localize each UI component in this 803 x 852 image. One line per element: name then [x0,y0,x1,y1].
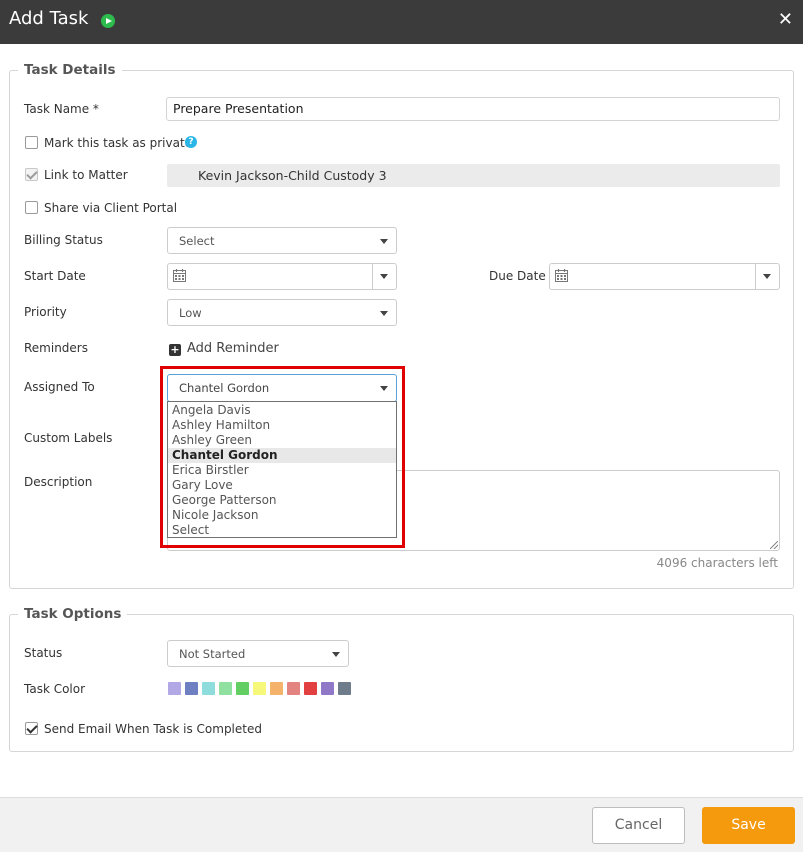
task-name-label: Task Name * [24,102,99,116]
calendar-icon [173,269,186,282]
share-portal-label: Share via Client Portal [44,201,178,215]
chars-left-counter: 4096 characters left [656,556,778,570]
assigned-to-select[interactable]: Chantel Gordon [167,374,397,402]
due-date-label: Due Date [489,269,546,283]
chevron-down-icon [380,239,388,244]
save-button[interactable]: Save [702,807,795,844]
description-label: Description [24,475,93,489]
color-swatch[interactable] [202,682,215,695]
assigned-option[interactable]: Erica Birstler [168,463,396,478]
assigned-option[interactable]: Nicole Jackson [168,508,396,523]
resize-grip-icon[interactable] [770,541,778,549]
start-date-label: Start Date [24,269,86,283]
color-swatch[interactable] [219,682,232,695]
color-swatch[interactable] [168,682,181,695]
priority-value: Low [179,306,202,320]
color-swatch[interactable] [185,682,198,695]
send-email-checkbox[interactable] [25,722,38,735]
link-matter-checkbox[interactable] [25,168,38,181]
due-date-dropdown-button[interactable] [755,264,779,289]
start-date-picker[interactable] [167,263,397,290]
calendar-icon [555,269,568,282]
task-color-palette [168,682,351,695]
play-icon[interactable] [101,14,115,28]
assigned-option[interactable]: Chantel Gordon [168,448,396,463]
plus-icon: + [169,343,181,356]
task-color-label: Task Color [24,682,86,696]
chevron-down-icon [332,652,340,657]
billing-status-select[interactable]: Select [167,227,397,254]
status-value: Not Started [179,647,246,661]
add-reminder-button[interactable]: + Add Reminder [169,341,279,356]
private-checkbox[interactable] [25,136,38,149]
due-date-picker[interactable] [549,263,780,290]
status-select[interactable]: Not Started [167,640,349,667]
add-reminder-label: Add Reminder [187,341,279,356]
assigned-option[interactable]: Gary Love [168,478,396,493]
private-label: Mark this task as private [44,136,193,150]
color-swatch[interactable] [338,682,351,695]
matter-field: Kevin Jackson-Child Custody 3 [167,164,780,187]
color-swatch[interactable] [253,682,266,695]
billing-status-label: Billing Status [24,233,103,247]
chevron-down-icon [380,311,388,316]
share-portal-checkbox[interactable] [25,201,38,214]
assigned-to-label: Assigned To [24,380,95,394]
priority-label: Priority [24,305,67,319]
assigned-to-value: Chantel Gordon [179,381,270,395]
color-swatch[interactable] [236,682,249,695]
dialog-titlebar: Add Task ✕ [0,0,803,44]
assigned-to-options-list: Angela Davis Ashley Hamilton Ashley Gree… [167,401,397,538]
chevron-down-icon [763,274,771,279]
chevron-down-icon [380,274,388,279]
priority-select[interactable]: Low [167,299,397,326]
send-email-label: Send Email When Task is Completed [44,722,262,736]
color-swatch[interactable] [304,682,317,695]
assigned-option[interactable]: Ashley Green [168,433,396,448]
link-matter-label: Link to Matter [44,168,128,182]
close-icon[interactable]: ✕ [778,9,793,30]
start-date-dropdown-button[interactable] [372,264,396,289]
cancel-button[interactable]: Cancel [592,807,685,844]
assigned-option[interactable]: Select [168,523,396,538]
color-swatch[interactable] [287,682,300,695]
custom-labels-label: Custom Labels [24,431,113,445]
dialog-footer: Cancel Save [0,797,803,852]
status-label: Status [24,646,63,660]
assigned-option[interactable]: Ashley Hamilton [168,418,396,433]
dialog-title: Add Task [9,8,89,29]
task-name-input[interactable]: Prepare Presentation [166,97,780,121]
billing-status-value: Select [179,234,215,248]
assigned-option[interactable]: Angela Davis [168,403,396,418]
assigned-option[interactable]: George Patterson [168,493,396,508]
chevron-down-icon [380,386,388,391]
color-swatch[interactable] [270,682,283,695]
reminders-label: Reminders [24,341,88,355]
help-icon[interactable]: ? [185,136,197,148]
color-swatch[interactable] [321,682,334,695]
task-details-legend: Task Details [24,62,116,78]
task-options-legend: Task Options [24,606,122,622]
